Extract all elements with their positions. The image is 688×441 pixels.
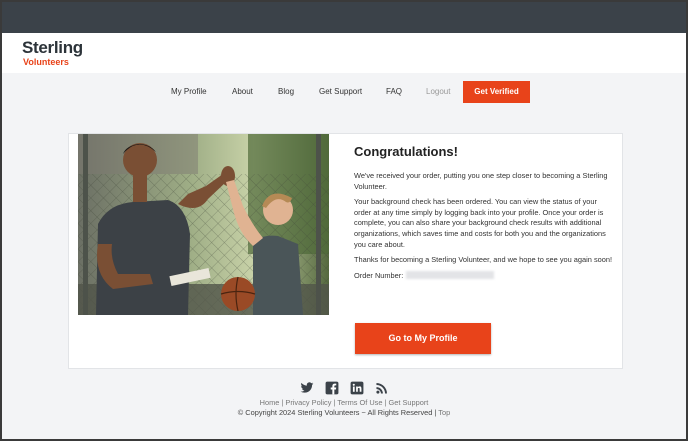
copyright-text: © Copyright 2024 Sterling Volunteers ~ A… (237, 408, 437, 417)
nav-get-support[interactable]: Get Support (319, 81, 362, 103)
main-nav: My Profile About Blog Get Support FAQ Lo… (2, 81, 686, 103)
thanks-text: Thanks for becoming a Sterling Volunteer… (354, 255, 613, 265)
order-number-label: Order Number: (354, 270, 404, 280)
nav-my-profile[interactable]: My Profile (171, 81, 207, 103)
background-check-text: Your background check has been ordered. … (354, 197, 606, 249)
nav-about[interactable]: About (232, 81, 253, 103)
footer-link-privacy-policy[interactable]: Privacy Policy (285, 398, 331, 407)
confirmation-content: Congratulations! We've received your ord… (354, 144, 616, 280)
go-to-my-profile-button[interactable]: Go to My Profile (355, 323, 491, 354)
order-number-value-redacted (406, 271, 495, 280)
logo-subtitle: Volunteers (23, 57, 69, 67)
page-title: Congratulations! (354, 144, 458, 159)
nav-logout[interactable]: Logout (426, 81, 450, 103)
sterling-volunteers-logo[interactable]: Sterling Volunteers (22, 38, 102, 68)
site-header: Sterling Volunteers (2, 33, 686, 73)
volunteer-high-five-photo (78, 134, 329, 315)
logo-wordmark: Sterling (22, 38, 83, 57)
footer-links: Home | Privacy Policy | Terms Of Use | G… (259, 398, 429, 407)
footer-link-home[interactable]: Home (260, 398, 280, 407)
twitter-icon[interactable] (300, 381, 314, 395)
confirmation-card: Congratulations! We've received your ord… (68, 133, 623, 369)
linkedin-icon[interactable] (350, 381, 364, 395)
copyright: © Copyright 2024 Sterling Volunteers ~ A… (2, 408, 686, 417)
back-to-top-link[interactable]: Top (438, 408, 450, 417)
top-bar (2, 2, 686, 33)
get-verified-button[interactable]: Get Verified (463, 81, 530, 103)
nav-faq[interactable]: FAQ (386, 81, 402, 103)
footer-link-terms-of-use[interactable]: Terms Of Use (337, 398, 382, 407)
facebook-icon[interactable] (325, 381, 339, 395)
nav-blog[interactable]: Blog (278, 81, 294, 103)
order-number-row: Order Number: (354, 271, 616, 280)
social-links (300, 381, 390, 395)
rss-icon[interactable] (375, 381, 389, 395)
footer-link-get-support[interactable]: Get Support (389, 398, 429, 407)
browser-frame: Sterling Volunteers My Profile About Blo… (0, 0, 688, 441)
order-received-text: We've received your order, putting you o… (354, 171, 608, 191)
